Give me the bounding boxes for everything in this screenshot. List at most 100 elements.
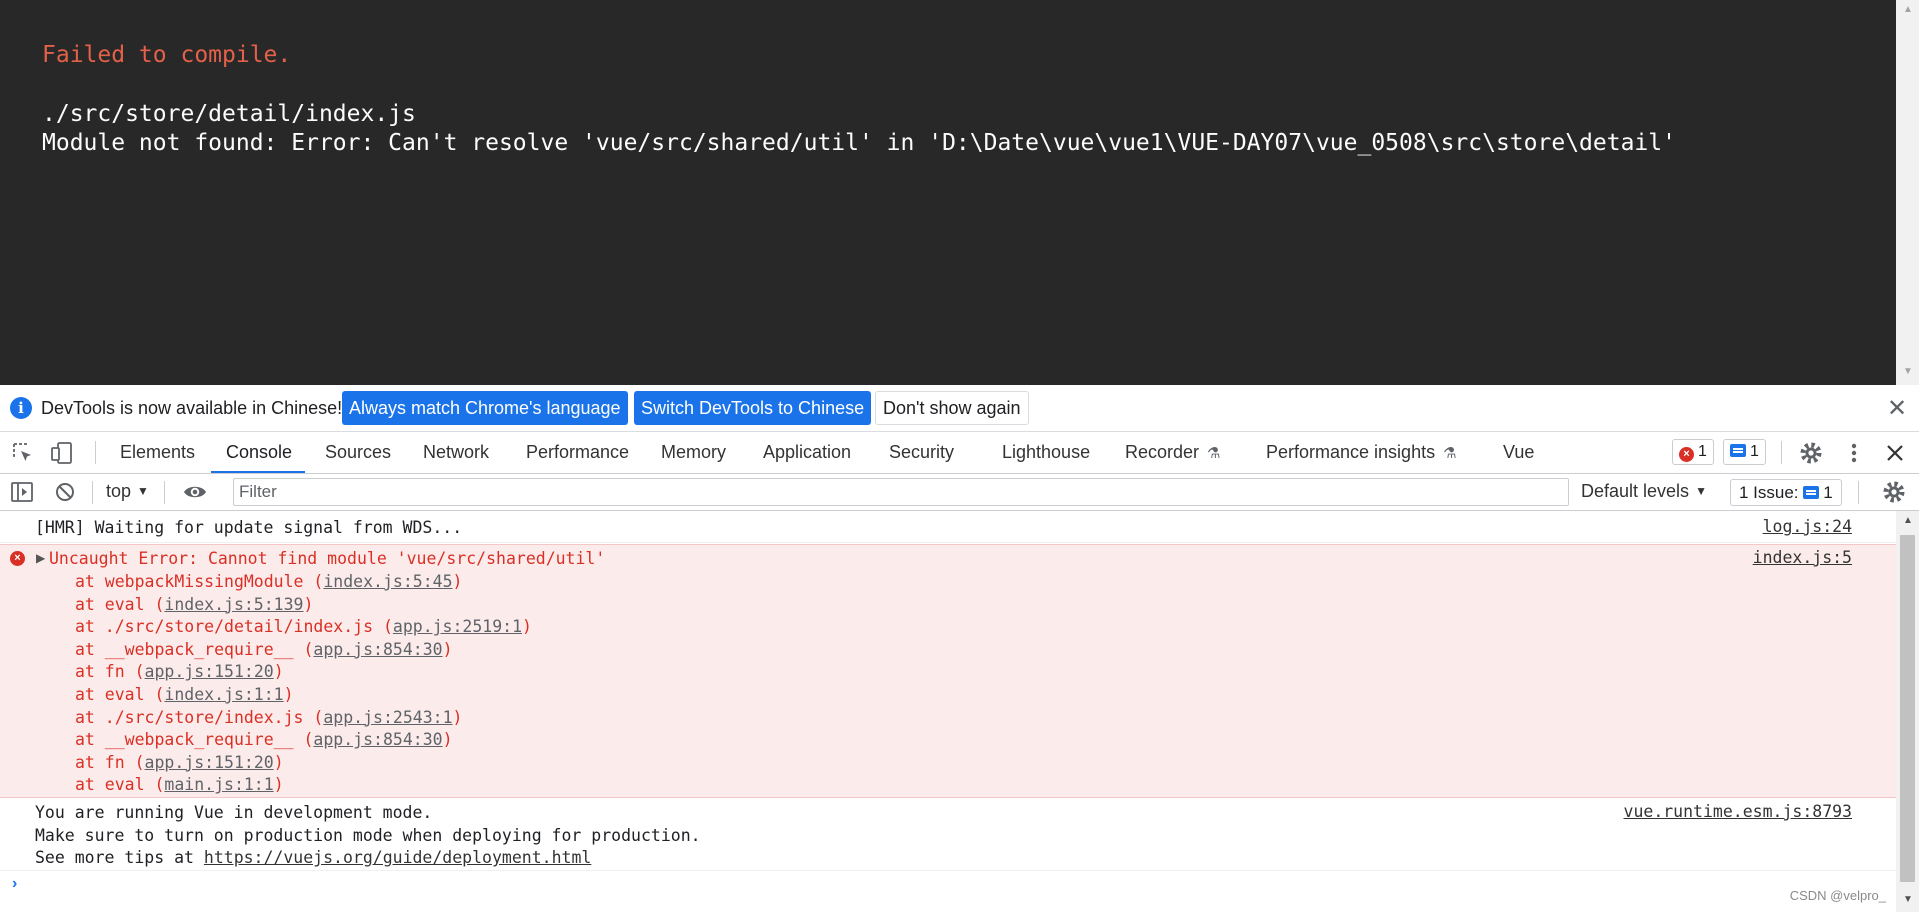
stack-frame-function: at fn ( xyxy=(75,752,145,772)
settings-gear-icon[interactable] xyxy=(1798,440,1824,466)
log-levels-dropdown[interactable]: Default levels ▼ xyxy=(1581,481,1707,502)
message-source-link[interactable]: log.js:24 xyxy=(1763,517,1852,536)
stack-frame-location-link[interactable]: app.js:2519:1 xyxy=(393,617,522,636)
stack-frame: at eval (main.js:1:1) xyxy=(75,774,532,797)
stack-frame-location-link[interactable]: main.js:1:1 xyxy=(164,775,273,794)
stack-frame: at eval (index.js:1:1) xyxy=(75,684,532,707)
message-source-link[interactable]: index.js:5 xyxy=(1753,548,1852,567)
message-source-link[interactable]: vue.runtime.esm.js:8793 xyxy=(1624,802,1852,821)
tab-recorder-label: Recorder xyxy=(1125,442,1200,462)
experimental-flask-icon: ⚗ xyxy=(1443,445,1457,462)
scroll-down-arrow-icon[interactable]: ▼ xyxy=(1903,894,1913,905)
close-icon[interactable]: ✕ xyxy=(1887,394,1907,423)
scroll-down-arrow-icon[interactable]: ▼ xyxy=(1903,366,1913,377)
tab-performance[interactable]: Performance xyxy=(526,442,629,463)
scroll-up-arrow-icon[interactable]: ▲ xyxy=(1903,4,1913,15)
console-messages: [HMR] Waiting for update signal from WDS… xyxy=(0,511,1896,912)
stack-frame: at ./src/store/detail/index.js (app.js:2… xyxy=(75,616,532,639)
message-line: You are running Vue in development mode. xyxy=(35,803,433,822)
stack-frame-location-link[interactable]: index.js:5:45 xyxy=(323,572,452,591)
error-stack-trace: at webpackMissingModule (index.js:5:45) a… xyxy=(75,571,532,797)
overlay-file-path: ./src/store/detail/index.js xyxy=(42,101,416,127)
stack-frame-function: at eval ( xyxy=(75,775,165,795)
tab-recorder[interactable]: Recorder ⚗ xyxy=(1125,442,1220,463)
error-count-badge[interactable]: × 1 xyxy=(1672,439,1714,465)
stack-frame: at ./src/store/index.js (app.js:2543:1) xyxy=(75,707,532,730)
tab-console[interactable]: Console xyxy=(226,442,292,463)
console-scrollbar[interactable]: ▲ ▼ xyxy=(1896,511,1919,912)
show-sidebar-icon[interactable] xyxy=(9,479,35,505)
tab-network[interactable]: Network xyxy=(423,442,489,463)
stack-frame-function: at eval ( xyxy=(75,684,165,704)
dropdown-caret-icon: ▼ xyxy=(1695,484,1707,498)
overlay-title: Failed to compile. xyxy=(42,42,292,68)
issues-button[interactable]: 1 Issue: 1 xyxy=(1730,479,1842,506)
issues-count: 1 xyxy=(1823,483,1833,502)
error-message-head[interactable]: Uncaught Error: Cannot find module 'vue/… xyxy=(49,548,605,571)
message-line-prefix: See more tips at xyxy=(35,848,204,868)
stack-frame-function: at __webpack_require__ ( xyxy=(75,639,314,659)
stack-frame-location-link[interactable]: app.js:2543:1 xyxy=(323,708,452,727)
switch-to-chinese-button[interactable]: Switch DevTools to Chinese xyxy=(634,391,872,425)
stack-frame-close-paren: ) xyxy=(522,617,532,637)
message-count: 1 xyxy=(1750,443,1759,460)
dropdown-caret-icon: ▼ xyxy=(137,484,149,498)
more-options-icon[interactable] xyxy=(1841,440,1867,466)
stack-frame-location-link[interactable]: app.js:151:20 xyxy=(145,662,274,681)
stack-frame: at __webpack_require__ (app.js:854:30) xyxy=(75,639,532,662)
stack-frame: at __webpack_require__ (app.js:854:30) xyxy=(75,729,532,752)
compile-error-overlay: Failed to compile. ./src/store/detail/in… xyxy=(0,0,1896,385)
devtools-tabbar: Elements Console Sources Network Perform… xyxy=(0,432,1919,474)
stack-frame-location-link[interactable]: app.js:854:30 xyxy=(313,640,442,659)
live-expression-eye-icon[interactable] xyxy=(182,479,208,505)
active-tab-indicator xyxy=(211,471,305,473)
tab-application[interactable]: Application xyxy=(763,442,851,463)
stack-frame-close-paren: ) xyxy=(273,752,284,772)
stack-frame-close-paren: ) xyxy=(442,730,453,750)
deployment-guide-link[interactable]: https://vuejs.org/guide/deployment.html xyxy=(204,848,591,867)
watermark: CSDN @velpro_ xyxy=(1789,888,1886,903)
console-prompt-chevron-icon[interactable]: › xyxy=(12,875,17,893)
tab-lighthouse[interactable]: Lighthouse xyxy=(1002,442,1090,463)
inspect-element-icon[interactable] xyxy=(10,440,36,466)
device-toolbar-icon[interactable] xyxy=(49,440,75,466)
tab-memory[interactable]: Memory xyxy=(661,442,726,463)
always-match-language-button[interactable]: Always match Chrome's language xyxy=(342,391,628,425)
tab-security[interactable]: Security xyxy=(889,442,954,463)
stack-frame-location-link[interactable]: app.js:854:30 xyxy=(313,730,442,749)
stack-frame-location-link[interactable]: index.js:5:139 xyxy=(164,595,303,614)
stack-frame-location-link[interactable]: index.js:1:1 xyxy=(164,685,283,704)
tab-sources[interactable]: Sources xyxy=(325,442,391,463)
stack-frame-location-link[interactable]: app.js:151:20 xyxy=(145,753,274,772)
scroll-up-arrow-icon[interactable]: ▲ xyxy=(1903,515,1913,526)
scrollbar-thumb[interactable] xyxy=(1900,535,1915,882)
overlay-error-message: Module not found: Error: Can't resolve '… xyxy=(42,130,1676,156)
console-filter-input[interactable] xyxy=(233,478,1569,506)
stack-frame-close-paren: ) xyxy=(273,775,284,795)
toolbar-divider xyxy=(164,481,165,504)
tab-performance-insights[interactable]: Performance insights ⚗ xyxy=(1266,442,1457,463)
console-settings-gear-icon[interactable] xyxy=(1881,479,1907,505)
experimental-flask-icon: ⚗ xyxy=(1207,445,1221,462)
issue-message-icon xyxy=(1803,486,1820,499)
message-line: See more tips at https://vuejs.org/guide… xyxy=(35,847,701,870)
close-devtools-icon[interactable] xyxy=(1882,440,1908,466)
console-message-error: × ▶ Uncaught Error: Cannot find module '… xyxy=(0,544,1896,798)
infobar-text: DevTools is now available in Chinese! xyxy=(41,398,343,418)
message-count-badge[interactable]: 1 xyxy=(1723,439,1766,465)
stack-frame: at fn (app.js:151:20) xyxy=(75,661,532,684)
context-selector[interactable]: top ▼ xyxy=(106,481,149,502)
expand-triangle-icon[interactable]: ▶ xyxy=(36,551,45,565)
dont-show-again-button[interactable]: Don't show again xyxy=(875,391,1029,425)
tab-elements[interactable]: Elements xyxy=(120,442,195,463)
error-icon: × xyxy=(10,551,25,566)
context-selector-value: top xyxy=(106,481,132,501)
page-scrollbar[interactable]: ▲ ▼ xyxy=(1896,0,1919,385)
message-text: You are running Vue in development mode.… xyxy=(35,802,701,870)
tab-vue[interactable]: Vue xyxy=(1503,442,1534,463)
clear-console-icon[interactable] xyxy=(52,479,78,505)
log-levels-value: Default levels xyxy=(1581,481,1690,501)
console-toolbar: top ▼ Default levels ▼ 1 Issue: 1 xyxy=(0,474,1919,511)
error-count: 1 xyxy=(1698,443,1707,460)
console-message-info: You are running Vue in development mode.… xyxy=(0,799,1896,871)
